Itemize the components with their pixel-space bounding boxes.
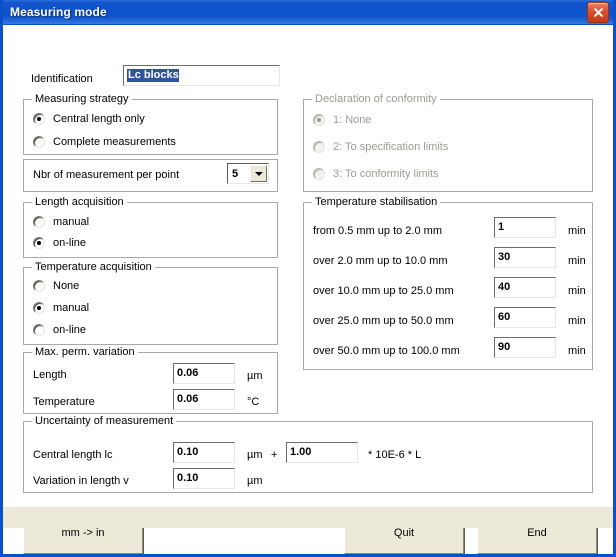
status-bar bbox=[3, 506, 613, 528]
dialog-client-area: Identification Lc blocks Measuring strat… bbox=[3, 25, 613, 554]
max-perm-temperature-unit: °C bbox=[247, 396, 260, 408]
radio-label: 2: To specification limits bbox=[333, 141, 449, 153]
identification-label: Identification bbox=[31, 73, 93, 85]
max-perm-temperature-input[interactable]: 0.06 bbox=[173, 389, 235, 410]
stabilisation-row-unit: min bbox=[568, 255, 586, 267]
radio-label: manual bbox=[53, 302, 90, 314]
measuring-mode-window: Measuring mode Identification Lc blocks … bbox=[0, 0, 616, 557]
max-perm-temperature-label: Temperature bbox=[33, 396, 95, 408]
stabilisation-row-label: over 25.0 mm up to 50.0 mm bbox=[313, 315, 454, 327]
max-perm-length-label: Length bbox=[33, 369, 67, 381]
radio-indicator-icon bbox=[33, 113, 45, 125]
stabilisation-row-input[interactable]: 40 bbox=[494, 277, 556, 298]
radio-label: 3: To conformity limits bbox=[333, 168, 439, 180]
stabilisation-row-input[interactable]: 30 bbox=[494, 247, 556, 268]
max-perm-temperature-value: 0.06 bbox=[177, 393, 199, 405]
stabilisation-row-input[interactable]: 60 bbox=[494, 307, 556, 328]
max-perm-variation-title: Max. perm. variation bbox=[32, 346, 138, 358]
declaration-of-conformity-title: Declaration of conformity bbox=[312, 93, 440, 105]
stabilisation-row-value: 60 bbox=[498, 311, 511, 323]
chevron-down-icon[interactable] bbox=[250, 165, 267, 182]
radio-conformity-conformity-limits: 3: To conformity limits bbox=[313, 168, 439, 180]
radio-length-online[interactable]: on-line bbox=[33, 237, 86, 249]
variation-length-value: 0.10 bbox=[177, 472, 199, 484]
nbr-measurement-label: Nbr of measurement per point bbox=[33, 169, 180, 181]
max-perm-length-value: 0.06 bbox=[177, 367, 199, 379]
central-length-unit: µm bbox=[247, 449, 263, 461]
identification-input[interactable]: Lc blocks bbox=[123, 65, 280, 86]
central-length-label: Central length lc bbox=[33, 449, 113, 461]
length-acquisition-title: Length acquisition bbox=[32, 196, 127, 208]
radio-indicator-icon bbox=[33, 280, 45, 292]
stabilisation-row-unit: min bbox=[568, 315, 586, 327]
stabilisation-row-value: 1 bbox=[498, 221, 505, 233]
radio-indicator-icon bbox=[313, 141, 325, 153]
radio-label: Central length only bbox=[53, 113, 145, 125]
radio-indicator-icon bbox=[313, 168, 325, 180]
radio-indicator-icon bbox=[33, 237, 45, 249]
radio-label: Complete measurements bbox=[53, 136, 176, 148]
variation-length-unit: µm bbox=[247, 475, 263, 487]
central-length-value: 0.10 bbox=[177, 446, 199, 458]
nbr-measurement-dropdown[interactable]: 5 bbox=[227, 163, 269, 184]
stabilisation-row-unit: min bbox=[568, 225, 586, 237]
radio-conformity-none: 1: None bbox=[313, 114, 372, 126]
radio-central-length-only[interactable]: Central length only bbox=[33, 113, 145, 125]
radio-indicator-icon bbox=[33, 302, 45, 314]
radio-length-manual[interactable]: manual bbox=[33, 216, 89, 228]
stabilisation-row-value: 30 bbox=[498, 251, 511, 263]
radio-indicator-icon bbox=[313, 114, 325, 126]
radio-label: manual bbox=[53, 216, 90, 228]
stabilisation-row-value: 90 bbox=[498, 341, 511, 353]
radio-indicator-icon bbox=[33, 324, 45, 336]
max-perm-length-input[interactable]: 0.06 bbox=[173, 363, 235, 384]
radio-label: on-line bbox=[53, 324, 87, 336]
stabilisation-row-input[interactable]: 1 bbox=[494, 217, 556, 238]
radio-indicator-icon bbox=[33, 136, 45, 148]
plus-sign: + bbox=[271, 449, 278, 461]
stabilisation-row-value: 40 bbox=[498, 281, 511, 293]
stabilisation-row-label: from 0.5 mm up to 2.0 mm bbox=[313, 225, 442, 237]
max-perm-length-unit: µm bbox=[247, 370, 263, 382]
nbr-measurement-value: 5 bbox=[232, 167, 239, 180]
temperature-stabilisation-title: Temperature stabilisation bbox=[312, 196, 441, 208]
radio-complete-measurements[interactable]: Complete measurements bbox=[33, 136, 176, 148]
close-icon[interactable] bbox=[587, 2, 609, 23]
central-length-coefficient-unit: * 10E-6 * L bbox=[368, 449, 422, 461]
length-acquisition-group: Length acquisition bbox=[23, 196, 278, 258]
identification-value: Lc blocks bbox=[127, 69, 179, 82]
stabilisation-row-input[interactable]: 90 bbox=[494, 337, 556, 358]
uncertainty-title: Uncertainty of measurement bbox=[32, 415, 177, 427]
variation-length-label: Variation in length v bbox=[33, 475, 129, 487]
radio-indicator-icon bbox=[33, 216, 45, 228]
central-length-coefficient-input[interactable]: 1.00 bbox=[286, 442, 358, 463]
stabilisation-row-label: over 2.0 mm up to 10.0 mm bbox=[313, 255, 448, 267]
radio-label: on-line bbox=[53, 237, 87, 249]
radio-temperature-manual[interactable]: manual bbox=[33, 302, 89, 314]
stabilisation-row-label: over 10.0 mm up to 25.0 mm bbox=[313, 285, 454, 297]
window-title: Measuring mode bbox=[10, 5, 107, 19]
stabilisation-row-unit: min bbox=[568, 345, 586, 357]
stabilisation-row-unit: min bbox=[568, 285, 586, 297]
radio-temperature-online[interactable]: on-line bbox=[33, 324, 86, 336]
radio-temperature-none[interactable]: None bbox=[33, 280, 79, 292]
temperature-acquisition-title: Temperature acquisition bbox=[32, 261, 155, 273]
stabilisation-row-label: over 50.0 mm up to 100.0 mm bbox=[313, 345, 460, 357]
central-length-coefficient-value: 1.00 bbox=[290, 446, 312, 458]
radio-label: 1: None bbox=[333, 114, 372, 126]
measuring-strategy-title: Measuring strategy bbox=[32, 93, 132, 105]
central-length-input[interactable]: 0.10 bbox=[173, 442, 235, 463]
radio-label: None bbox=[53, 280, 80, 292]
title-bar: Measuring mode bbox=[3, 0, 613, 25]
variation-length-input[interactable]: 0.10 bbox=[173, 468, 235, 489]
radio-conformity-specification-limits: 2: To specification limits bbox=[313, 141, 448, 153]
